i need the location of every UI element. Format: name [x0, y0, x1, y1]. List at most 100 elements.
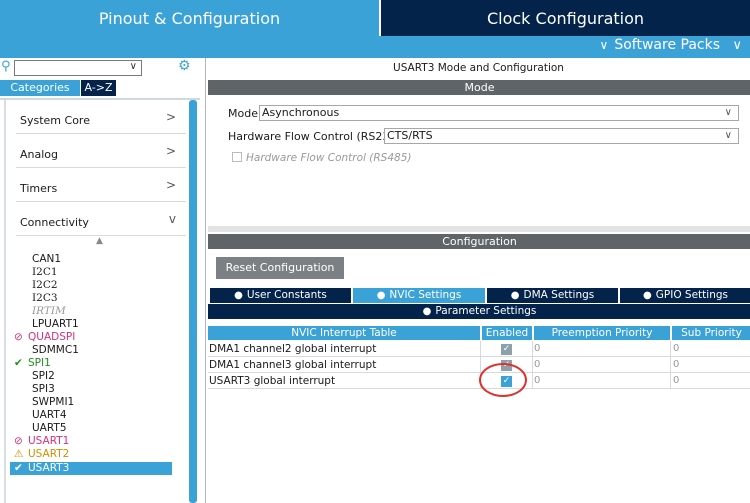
- column-header-preemption: Preemption Priority: [534, 326, 670, 340]
- mode-select[interactable]: Asynchronous ∨: [259, 105, 739, 121]
- list-item-label: QUADSPI: [28, 331, 76, 343]
- list-item[interactable]: ✔ SPI1: [14, 357, 51, 369]
- category-connectivity[interactable]: Connectivity v: [16, 202, 186, 236]
- chevron-right-icon: >: [165, 178, 176, 192]
- check-circle-icon: ●: [422, 306, 432, 317]
- category-timers[interactable]: Timers >: [16, 168, 186, 202]
- software-packs-label: Software Packs: [614, 37, 720, 53]
- list-item-disabled: IRTIM: [32, 305, 66, 317]
- sub-priority-cell[interactable]: 0: [673, 359, 679, 370]
- page-title: USART3 Mode and Configuration: [393, 62, 564, 74]
- tab-clock-configuration[interactable]: Clock Configuration: [381, 0, 750, 36]
- list-item[interactable]: LPUART1: [32, 318, 79, 330]
- list-item[interactable]: I2C3: [32, 292, 58, 304]
- category-label: System Core: [20, 114, 90, 127]
- preemption-priority-cell[interactable]: 0: [534, 343, 540, 354]
- preemption-priority-cell[interactable]: 0: [534, 375, 540, 386]
- list-item[interactable]: SPI3: [32, 383, 55, 395]
- tab-nvic-settings[interactable]: ● NVIC Settings: [353, 288, 485, 303]
- tab-label: DMA Settings: [523, 289, 595, 301]
- tab-parameter-settings[interactable]: ● Parameter Settings: [208, 304, 750, 319]
- chevron-down-icon[interactable]: ∨: [130, 61, 137, 72]
- tab-dma-settings[interactable]: ● DMA Settings: [487, 288, 618, 303]
- tab-gpio-settings[interactable]: ● GPIO Settings: [620, 288, 750, 303]
- list-item[interactable]: I2C1: [32, 266, 58, 278]
- sub-priority-cell[interactable]: 0: [673, 375, 679, 386]
- tab-pinout-configuration[interactable]: Pinout & Configuration: [0, 0, 379, 36]
- rs485-checkbox: Hardware Flow Control (RS485): [232, 152, 411, 164]
- search-icon[interactable]: ⚲: [1, 59, 11, 74]
- chevron-right-icon: >: [165, 144, 176, 158]
- configuration-header: Configuration: [208, 234, 750, 249]
- categories-button[interactable]: Categories: [0, 80, 80, 96]
- flow-control-label: Hardware Flow Control (RS232): [228, 130, 401, 143]
- tab-label: GPIO Settings: [655, 289, 728, 301]
- enabled-checkbox[interactable]: ✓: [501, 344, 512, 355]
- scroll-up-icon[interactable]: ▲: [96, 236, 103, 246]
- interrupt-name: USART3 global interrupt: [209, 375, 336, 387]
- list-item-label: USART2: [28, 448, 70, 460]
- flow-control-value: CTS/RTS: [387, 129, 433, 142]
- annotation-highlight-circle: [479, 363, 527, 397]
- az-sort-button[interactable]: A->Z: [81, 80, 116, 96]
- table-row: DMA1 channel2 global interrupt ✓ 0 0: [208, 341, 750, 357]
- category-system-core[interactable]: System Core >: [16, 100, 186, 134]
- tab-label: NVIC Settings: [389, 289, 462, 301]
- check-circle-icon: ●: [376, 290, 386, 301]
- list-item-label: USART3: [28, 462, 70, 474]
- list-item[interactable]: ⊘ USART1: [14, 435, 69, 447]
- blocked-icon: ⊘: [14, 331, 23, 343]
- list-item[interactable]: SWPMI1: [32, 396, 74, 408]
- list-item[interactable]: ⊘ QUADSPI: [14, 331, 75, 343]
- chevron-right-icon: >: [165, 110, 176, 124]
- chevron-down-icon: ∨: [724, 107, 732, 118]
- column-divider: [670, 341, 671, 389]
- check-circle-icon: ●: [510, 290, 520, 301]
- chevron-down-icon[interactable]: ∨: [732, 38, 742, 53]
- list-item[interactable]: ⚠ USART2: [14, 448, 69, 460]
- tab-label: Parameter Settings: [435, 305, 537, 317]
- check-icon: ✔: [14, 462, 23, 474]
- column-divider: [532, 341, 533, 389]
- interrupt-name: DMA1 channel3 global interrupt: [209, 359, 377, 371]
- list-item[interactable]: UART4: [32, 409, 67, 421]
- table-row: DMA1 channel3 global interrupt ✓ 0 0: [208, 357, 750, 373]
- sidebar-scrollbar[interactable]: [189, 100, 197, 503]
- checkbox-icon: [232, 152, 242, 162]
- sub-priority-cell[interactable]: 0: [673, 343, 679, 354]
- column-header-interrupt: NVIC Interrupt Table: [208, 326, 480, 340]
- category-label: Analog: [20, 148, 59, 161]
- list-item-label: SPI1: [28, 357, 51, 369]
- reset-configuration-button[interactable]: Reset Configuration: [216, 257, 344, 279]
- list-item-selected[interactable]: ✔ USART3: [14, 462, 69, 474]
- search-input[interactable]: ∨: [14, 60, 142, 76]
- rs485-label: Hardware Flow Control (RS485): [246, 152, 412, 164]
- mode-header: Mode: [208, 80, 750, 95]
- preemption-priority-cell[interactable]: 0: [534, 359, 540, 370]
- list-item[interactable]: CAN1: [32, 253, 61, 265]
- chevron-down-icon: ∨: [724, 130, 732, 141]
- gear-icon[interactable]: ⚙: [178, 58, 191, 74]
- software-packs-bar: ∨ Software Packs ∨: [0, 36, 750, 58]
- flow-control-select[interactable]: CTS/RTS ∨: [384, 128, 739, 144]
- interrupt-name: DMA1 channel2 global interrupt: [209, 343, 377, 355]
- column-header-enabled: Enabled: [482, 326, 532, 340]
- category-label: Timers: [20, 182, 58, 195]
- chevron-down-icon: v: [168, 212, 176, 226]
- configuration-panel: USART3 Mode and Configuration Mode Mode …: [205, 58, 750, 503]
- list-item[interactable]: SDMMC1: [32, 344, 79, 356]
- tab-user-constants[interactable]: ● User Constants: [210, 288, 351, 303]
- list-item[interactable]: UART5: [32, 422, 67, 434]
- mode-label: Mode: [228, 107, 258, 120]
- category-label: Connectivity: [20, 216, 89, 229]
- list-item[interactable]: SPI2: [32, 370, 55, 382]
- category-analog[interactable]: Analog >: [16, 134, 186, 168]
- check-circle-icon: ●: [643, 290, 652, 301]
- list-item-label: USART1: [28, 435, 70, 447]
- panel-separator: [208, 226, 750, 232]
- software-packs-menu[interactable]: ∨ Software Packs: [600, 37, 720, 53]
- warning-icon: ⚠: [14, 448, 24, 460]
- list-item[interactable]: I2C2: [32, 279, 58, 291]
- check-circle-icon: ●: [234, 290, 243, 301]
- chevron-down-icon: ∨: [599, 38, 609, 52]
